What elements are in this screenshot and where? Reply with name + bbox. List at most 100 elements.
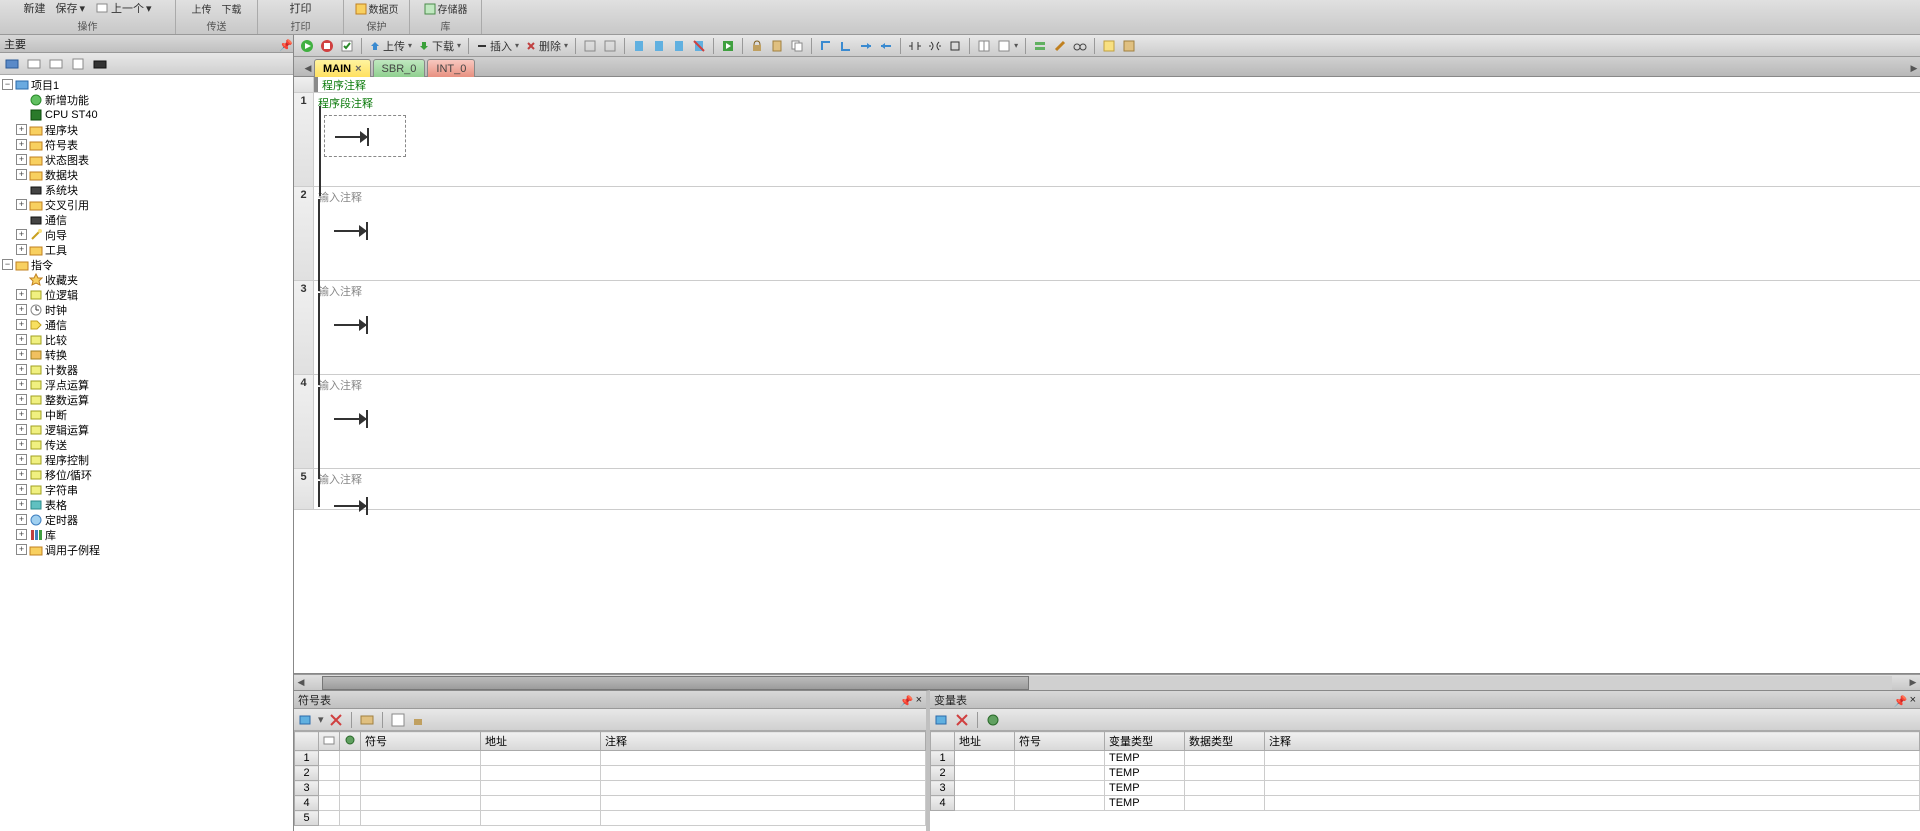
tree-node-library[interactable]: +库: [0, 527, 293, 542]
tree-node-compare[interactable]: +比较: [0, 332, 293, 347]
tab-int[interactable]: INT_0: [427, 59, 475, 77]
delete-toolbar-button[interactable]: 删除: [523, 37, 570, 55]
network-2[interactable]: 2 输入注释: [294, 187, 1920, 281]
col-datatype[interactable]: 数据类型: [1185, 732, 1265, 751]
tree-node-cross-ref[interactable]: +交叉引用: [0, 197, 293, 212]
network-comment[interactable]: 输入注释: [318, 377, 1916, 393]
table-row[interactable]: 3: [295, 781, 926, 796]
view-options-icon[interactable]: [995, 38, 1020, 54]
lock-icon[interactable]: [748, 38, 766, 54]
window-split-icon[interactable]: [975, 38, 993, 54]
tree-tool-2-icon[interactable]: [26, 56, 42, 72]
col-comment[interactable]: 注释: [1265, 732, 1920, 751]
bookmark-add-icon[interactable]: [630, 38, 648, 54]
tree-node-shift[interactable]: +移位/循环: [0, 467, 293, 482]
tree-node-interrupt[interactable]: +中断: [0, 407, 293, 422]
tree-node-convert[interactable]: +转换: [0, 347, 293, 362]
var-add-icon[interactable]: [934, 712, 950, 728]
bookmark-prev-icon[interactable]: [650, 38, 668, 54]
tab-scroll-left[interactable]: ◀: [302, 60, 314, 76]
memory-button[interactable]: 存储器: [420, 0, 472, 17]
tree-node-string[interactable]: +字符串: [0, 482, 293, 497]
pin-icon[interactable]: 📌: [900, 695, 910, 705]
tree-node-clock[interactable]: +时钟: [0, 302, 293, 317]
scroll-thumb[interactable]: [322, 676, 1029, 690]
table-row[interactable]: 3TEMP: [931, 781, 1920, 796]
symbol-add-icon[interactable]: [298, 712, 314, 728]
symbol-grid[interactable]: 符号 地址 注释 1 2 3 4 5: [294, 731, 926, 831]
tree-node-bit-logic[interactable]: +位逻辑: [0, 287, 293, 302]
goto-icon[interactable]: [719, 38, 737, 54]
tree-node-instructions[interactable]: −指令: [0, 257, 293, 272]
close-icon[interactable]: ×: [1910, 694, 1916, 706]
branch-down-icon[interactable]: [837, 38, 855, 54]
line-right-icon[interactable]: [857, 38, 875, 54]
network-4[interactable]: 4 输入注释: [294, 375, 1920, 469]
tree-node-timer[interactable]: +定时器: [0, 512, 293, 527]
symbol-delete-icon[interactable]: [328, 712, 344, 728]
properties-icon[interactable]: [1100, 38, 1118, 54]
table-row[interactable]: 5: [295, 811, 926, 826]
tree-tool-5-icon[interactable]: [92, 56, 108, 72]
copy-icon[interactable]: [788, 38, 806, 54]
network-comment[interactable]: 输入注释: [318, 189, 1916, 205]
previous-button[interactable]: 上一个▾: [91, 0, 156, 17]
ladder-editor[interactable]: 程序注释 1 程序段注释 2 输入注释 3: [294, 77, 1920, 674]
paste-icon[interactable]: [768, 38, 786, 54]
symbol-build-icon[interactable]: [390, 712, 406, 728]
tree-node-new-feature[interactable]: 新增功能: [0, 92, 293, 107]
network-comment[interactable]: 程序段注释: [318, 95, 1916, 111]
tree-node-comm2[interactable]: +通信: [0, 317, 293, 332]
tree-node-float[interactable]: +浮点运算: [0, 377, 293, 392]
scroll-left-icon[interactable]: ◀: [294, 677, 308, 688]
table-row[interactable]: 2: [295, 766, 926, 781]
stop-button[interactable]: [318, 38, 336, 54]
pin-icon[interactable]: 📌: [1894, 695, 1904, 705]
run-button[interactable]: [298, 38, 316, 54]
tree-node-move[interactable]: +传送: [0, 437, 293, 452]
tree-tool-3-icon[interactable]: [48, 56, 64, 72]
coil-icon[interactable]: [926, 38, 944, 54]
tree-node-symbol-table[interactable]: +符号表: [0, 137, 293, 152]
network-5[interactable]: 5 输入注释: [294, 469, 1920, 510]
box-icon[interactable]: [946, 38, 964, 54]
tree-node-system-block[interactable]: 系统块: [0, 182, 293, 197]
network-comment[interactable]: 输入注释: [318, 283, 1916, 299]
tree-node-program-block[interactable]: +程序块: [0, 122, 293, 137]
col-symbol[interactable]: 符号: [361, 732, 481, 751]
tree-node-comm[interactable]: 通信: [0, 212, 293, 227]
compile-button[interactable]: [338, 38, 356, 54]
network-3[interactable]: 3 输入注释: [294, 281, 1920, 375]
table-row[interactable]: 2TEMP: [931, 766, 1920, 781]
download-toolbar-button[interactable]: 下载: [416, 37, 463, 55]
print-button[interactable]: 打印: [286, 0, 316, 17]
ladder-element[interactable]: [324, 303, 406, 345]
tab-close-icon[interactable]: ×: [355, 63, 361, 75]
col-comment[interactable]: 注释: [601, 732, 926, 751]
bookmark-next-icon[interactable]: [670, 38, 688, 54]
tree-tool-4-icon[interactable]: [70, 56, 86, 72]
tree-node-tools[interactable]: +工具: [0, 242, 293, 257]
close-icon[interactable]: ×: [916, 694, 922, 706]
tool-icon-1[interactable]: [581, 38, 599, 54]
settings-icon[interactable]: [1120, 38, 1138, 54]
tree-tool-1-icon[interactable]: [4, 56, 20, 72]
datapage-button[interactable]: 数据页: [351, 0, 403, 17]
new-button[interactable]: 新建: [19, 0, 49, 17]
symbol-lock-icon[interactable]: [410, 712, 426, 728]
table-row[interactable]: 1TEMP: [931, 751, 1920, 766]
col-symbol[interactable]: 符号: [1015, 732, 1105, 751]
line-left-icon[interactable]: [877, 38, 895, 54]
network-comment[interactable]: 输入注释: [318, 471, 1916, 487]
upload-toolbar-button[interactable]: 上传: [367, 37, 414, 55]
tree-node-integer[interactable]: +整数运算: [0, 392, 293, 407]
table-row[interactable]: 4TEMP: [931, 796, 1920, 811]
tree-node-favorites[interactable]: 收藏夹: [0, 272, 293, 287]
ladder-element[interactable]: [324, 209, 406, 251]
contact-icon[interactable]: [906, 38, 924, 54]
ladder-element[interactable]: [324, 397, 406, 439]
variable-grid[interactable]: 地址 符号 变量类型 数据类型 注释 1TEMP 2TEMP 3TEMP 4TE…: [930, 731, 1920, 831]
upload-button[interactable]: 上传: [188, 0, 216, 17]
symbol-tool-icon[interactable]: [359, 712, 375, 728]
tool-icon-2[interactable]: [601, 38, 619, 54]
